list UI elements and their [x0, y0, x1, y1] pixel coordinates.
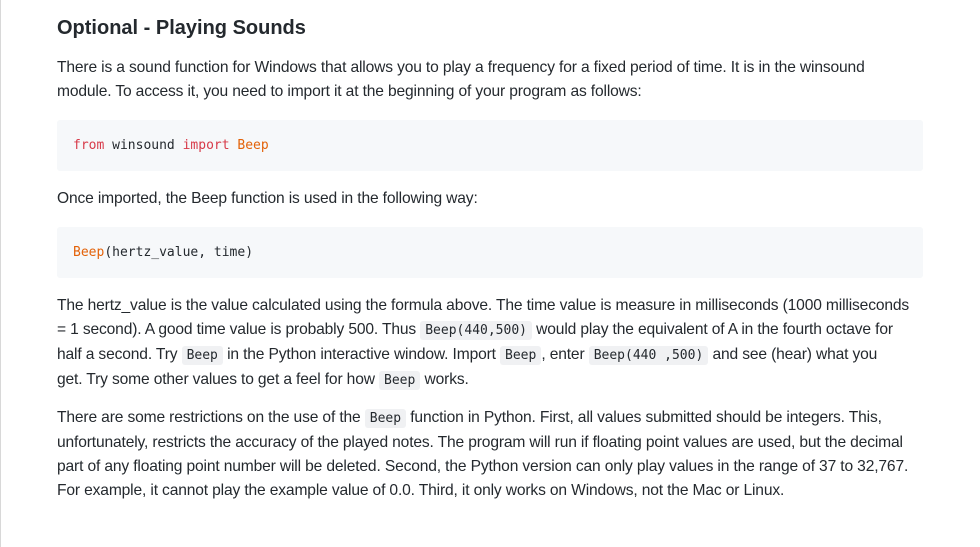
intro-paragraph: There is a sound function for Windows th… [57, 56, 923, 104]
explanation-line-1: The hertz_value is the value calculated … [57, 297, 910, 314]
explanation-text: , enter [541, 346, 585, 363]
inline-code: Beep [181, 346, 223, 365]
section-heading: Optional - Playing Sounds [57, 17, 306, 39]
code-keyword-import: import [182, 138, 230, 153]
usage-code-block: Beep(hertz_value, time) [57, 227, 923, 278]
explanation-text: get. Try some other values to get a feel… [57, 371, 375, 388]
explanation-text: works. [424, 371, 469, 388]
code-module-name: winsound [112, 138, 175, 153]
code-keyword-from: from [73, 138, 105, 153]
intro-line-2: module. To access it, you need to import… [57, 83, 642, 100]
restrictions-paragraph: There are some restrictions on the use o… [57, 406, 923, 503]
code-function-name: Beep [73, 245, 105, 260]
explanation-text: in the Python interactive window. Import [227, 346, 496, 363]
restrictions-line-2: unfortunately, restricts the accuracy of… [57, 434, 903, 451]
inline-code: Beep(440 ,500) [588, 346, 709, 365]
code-function-args: (hertz_value, time) [104, 245, 254, 260]
restrictions-text: There are some restrictions on the use o… [57, 409, 361, 426]
restrictions-text: function in Python. First, all values su… [410, 409, 882, 426]
restrictions-line-4: For example, it cannot play the example … [57, 482, 785, 499]
explanation-paragraph: The hertz_value is the value calculated … [57, 294, 923, 393]
page-left-border [0, 0, 1, 547]
code-imported-name: Beep [237, 138, 269, 153]
restrictions-line-3: part of any floating point number will b… [57, 458, 909, 475]
explanation-text: half a second. Try [57, 346, 178, 363]
explanation-text: would play the equivalent of A in the fo… [536, 321, 893, 338]
import-code-block: from winsound import Beep [57, 120, 923, 171]
explanation-text: = 1 second). A good time value is probab… [57, 321, 417, 338]
inline-code: Beep [379, 371, 421, 390]
inline-code: Beep [364, 409, 407, 428]
inline-code: Beep(440,500) [420, 321, 532, 340]
intro-line-1: There is a sound function for Windows th… [57, 59, 865, 76]
usage-paragraph: Once imported, the Beep function is used… [57, 190, 478, 207]
explanation-text: and see (hear) what you [712, 346, 878, 363]
inline-code: Beep [500, 346, 542, 365]
